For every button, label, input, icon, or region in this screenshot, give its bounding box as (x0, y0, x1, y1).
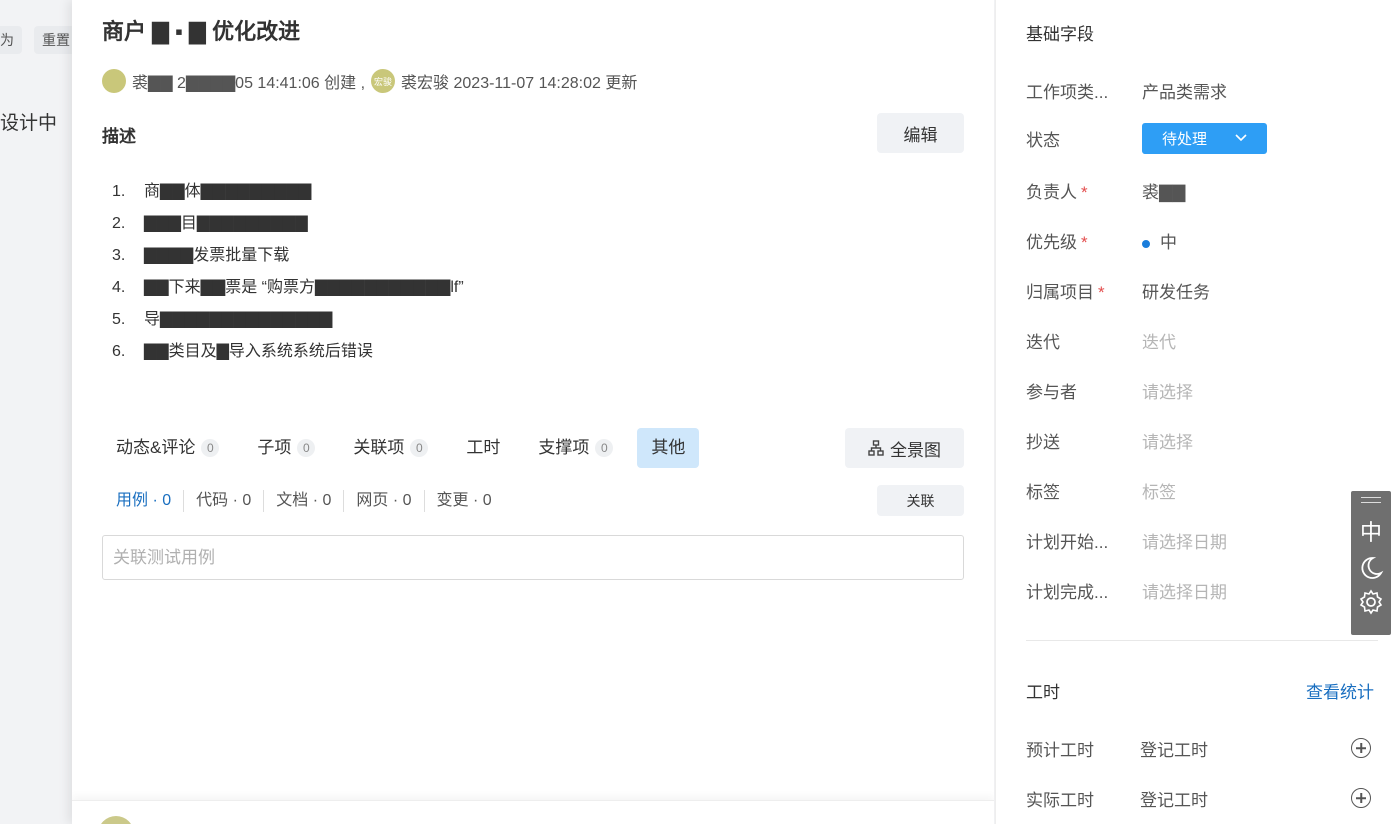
add-circle-icon[interactable] (1351, 788, 1371, 808)
reset-button[interactable]: 重置 (34, 26, 72, 54)
field-assignee: 负责人 * 裘▇▇ (1026, 175, 1386, 205)
project-value[interactable]: 研发任务 (1142, 278, 1210, 303)
meta-info: 裘▇▇ 2▇▇▇▇05 14:41:06 创建 , 宏骏 裘宏骏 2023-11… (102, 68, 637, 94)
add-circle-icon[interactable] (1351, 738, 1371, 758)
work-item-detail: 商户 ▇ ▪ ▇ 优化改进 裘▇▇ 2▇▇▇▇05 14:41:06 创建 , … (72, 0, 994, 824)
count-badge: 0 (297, 439, 316, 457)
plan-end-date-picker[interactable]: 请选择日期 (1142, 578, 1227, 603)
estimated-worktime-value[interactable]: 登记工时 (1140, 736, 1351, 761)
view-stats-link[interactable]: 查看统计 (1306, 678, 1374, 703)
tags-select[interactable]: 标签 (1142, 478, 1176, 503)
basic-fields-panel: 基础字段 工作项类... 产品类需求 状态 待处理 负责人 * 裘▇▇ 优先级 * … (995, 0, 1396, 824)
description-text: ▇▇▇▇发票批量下载 (144, 247, 290, 264)
comment-bar (72, 800, 994, 824)
list-item: 2. ▇▇▇目▇▇▇▇▇▇▇▇▇ (112, 208, 632, 240)
subtab-webpages[interactable]: 网页 · 0 (344, 490, 425, 512)
list-item: 4. ▇▇下来▇▇票是 “购票方▇▇▇▇▇▇▇▇▇▇▇lf” (112, 272, 632, 304)
moon-icon[interactable] (1358, 555, 1384, 581)
participants-select[interactable]: 请选择 (1142, 378, 1193, 403)
description-list: 1. 商▇▇体▇▇▇▇▇▇▇▇▇ 2. ▇▇▇目▇▇▇▇▇▇▇▇▇ 3. ▇▇▇▇发票… (112, 176, 632, 368)
description-text: ▇▇类目及▇导入系统系统后错误 (144, 343, 373, 360)
list-item: 5. 导▇▇▇▇▇▇▇▇▇▇▇▇▇▇ (112, 304, 632, 336)
background-page: 为 重置 设计中 (0, 0, 72, 824)
tab-other[interactable]: 其他 (637, 428, 700, 468)
list-item: 6. ▇▇类目及▇导入系统系统后错误 (112, 336, 632, 368)
actual-worktime-value[interactable]: 登记工时 (1140, 786, 1351, 811)
creator-text: 裘▇▇ 2▇▇▇▇05 14:41:06 创建 , (132, 75, 366, 92)
priority-dot-icon (1142, 239, 1150, 248)
description-text: ▇▇▇目▇▇▇▇▇▇▇▇▇ (144, 215, 308, 232)
floating-toolbar: 中 (1351, 491, 1391, 635)
background-status-text: 设计中 (0, 113, 58, 134)
subtab-code[interactable]: 代码 · 0 (184, 490, 265, 512)
plan-start-date-picker[interactable]: 请选择日期 (1142, 528, 1227, 553)
subtab-changes[interactable]: 变更 · 0 (425, 490, 504, 512)
field-cc: 抄送 请选择 (1026, 425, 1386, 455)
panorama-button[interactable]: 全景图 (845, 428, 964, 468)
tab-related[interactable]: 关联项 0 (339, 428, 442, 468)
field-type: 工作项类... 产品类需求 (1026, 75, 1386, 105)
edit-button[interactable]: 编辑 (877, 113, 964, 153)
field-plan-start: 计划开始... 请选择日期 (1026, 525, 1386, 555)
sitemap-icon (868, 440, 884, 456)
description-text: ▇▇下来▇▇票是 “购票方▇▇▇▇▇▇▇▇▇▇▇lf” (144, 279, 464, 296)
page-title: 商户 ▇ ▪ ▇ 优化改进 (102, 19, 301, 44)
language-toggle[interactable]: 中 (1360, 515, 1382, 547)
tab-subitems[interactable]: 子项 0 (243, 428, 329, 468)
iteration-select[interactable]: 迭代 (1142, 328, 1176, 353)
subtab-cases[interactable]: 用例 · 0 (116, 490, 185, 512)
panel-title: 基础字段 (1026, 25, 1094, 44)
count-badge: 0 (410, 439, 429, 457)
field-status: 状态 待处理 (1026, 122, 1386, 154)
assignee-value[interactable]: 裘▇▇ (1142, 178, 1185, 203)
field-plan-end: 计划完成... 请选择日期 (1026, 575, 1386, 605)
description-text: 商▇▇体▇▇▇▇▇▇▇▇▇ (144, 183, 312, 200)
subtab-docs[interactable]: 文档 · 0 (264, 490, 345, 512)
field-tags: 标签 标签 (1026, 475, 1386, 505)
background-button[interactable]: 为 (0, 26, 22, 54)
description-text: 导▇▇▇▇▇▇▇▇▇▇▇▇▇▇ (144, 311, 333, 328)
field-participants: 参与者 请选择 (1026, 375, 1386, 405)
type-value[interactable]: 产品类需求 (1142, 78, 1227, 103)
tab-worktime[interactable]: 工时 (452, 428, 514, 468)
test-case-search-input[interactable] (102, 535, 964, 580)
worktime-title: 工时 (1026, 683, 1060, 702)
drag-handle-icon[interactable] (1361, 497, 1381, 503)
tab-activity[interactable]: 动态&评论 0 (102, 428, 233, 468)
count-badge: 0 (595, 439, 614, 457)
estimated-worktime-row: 预计工时 登记工时 (1026, 733, 1371, 763)
updater-text: 裘宏骏 2023-11-07 14:28:02 更新 (401, 75, 638, 92)
sub-tab-bar: 用例 · 0 代码 · 0 文档 · 0 网页 · 0 变更 · 0 (116, 488, 504, 514)
tab-bar: 动态&评论 0 子项 0 关联项 0 工时 支撑项 0 其他 (102, 428, 709, 468)
list-item: 3. ▇▇▇▇发票批量下载 (112, 240, 632, 272)
description-label: 描述 (102, 127, 136, 146)
divider (1026, 640, 1378, 641)
actual-worktime-row: 实际工时 登记工时 (1026, 783, 1371, 813)
priority-value[interactable]: 中 (1142, 228, 1177, 253)
chevron-down-icon (1235, 134, 1247, 142)
updater-avatar: 宏骏 (371, 69, 396, 93)
field-project: 归属项目 * 研发任务 (1026, 275, 1386, 305)
creator-avatar (102, 69, 126, 93)
gear-icon[interactable] (1358, 589, 1384, 615)
cc-select[interactable]: 请选择 (1142, 428, 1193, 453)
tab-support[interactable]: 支撑项 0 (524, 428, 627, 468)
count-badge: 0 (201, 439, 220, 457)
link-button[interactable]: 关联 (877, 485, 964, 516)
field-priority: 优先级 * 中 (1026, 225, 1386, 255)
list-item: 1. 商▇▇体▇▇▇▇▇▇▇▇▇ (112, 176, 632, 208)
status-select[interactable]: 待处理 (1142, 122, 1267, 154)
field-iteration: 迭代 迭代 (1026, 325, 1386, 355)
